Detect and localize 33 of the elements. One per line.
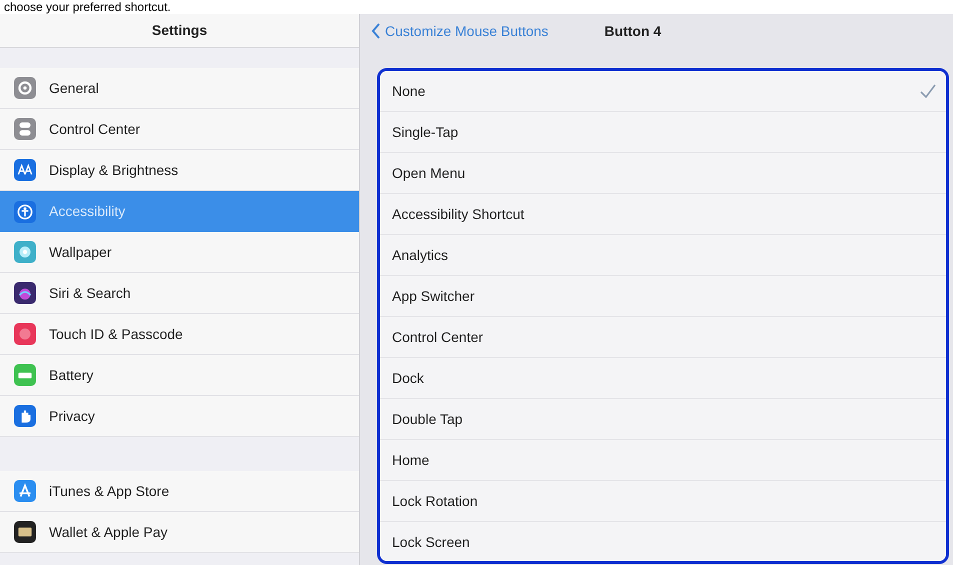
back-chevron-icon [371,23,381,39]
gear-icon [14,77,36,99]
settings-item[interactable]: Wallet & Apple Pay [0,512,359,553]
settings-item[interactable]: iTunes & App Store [0,471,359,512]
settings-item[interactable]: Siri & Search [0,273,359,314]
settings-item[interactable]: Wallpaper [0,232,359,273]
option-item[interactable]: Analytics [380,235,946,276]
option-item[interactable]: Lock Rotation [380,481,946,522]
settings-item[interactable]: Touch ID & Passcode [0,314,359,355]
option-item[interactable]: App Switcher [380,276,946,317]
settings-item[interactable]: Privacy [0,396,359,437]
option-item[interactable]: None [380,71,946,112]
caption: choose your preferred shortcut. [4,1,171,13]
option-item[interactable]: Accessibility Shortcut [380,194,946,235]
option-item[interactable]: Double Tap [380,399,946,440]
page-title: Button 4 [604,22,662,40]
settings-item[interactable]: Battery [0,355,359,396]
option-item[interactable]: Dock [380,358,946,399]
settings-item[interactable]: Display & Brightness [0,150,359,191]
aa-icon [14,159,36,181]
wallet-icon [14,521,36,543]
option-item[interactable]: Control Center [380,317,946,358]
toggles-icon [14,118,36,140]
option-item[interactable]: Lock Screen [380,522,946,561]
option-item[interactable]: Single-Tap [380,112,946,153]
option-item[interactable]: Home [380,440,946,481]
option-item[interactable]: Open Menu [380,153,946,194]
person-icon [14,200,36,222]
battery-icon [14,364,36,386]
sidebar-title: Settings [152,21,208,40]
settings-item[interactable]: General [0,68,359,109]
settings-item[interactable]: Control Center [0,109,359,150]
hand-icon [14,405,36,427]
